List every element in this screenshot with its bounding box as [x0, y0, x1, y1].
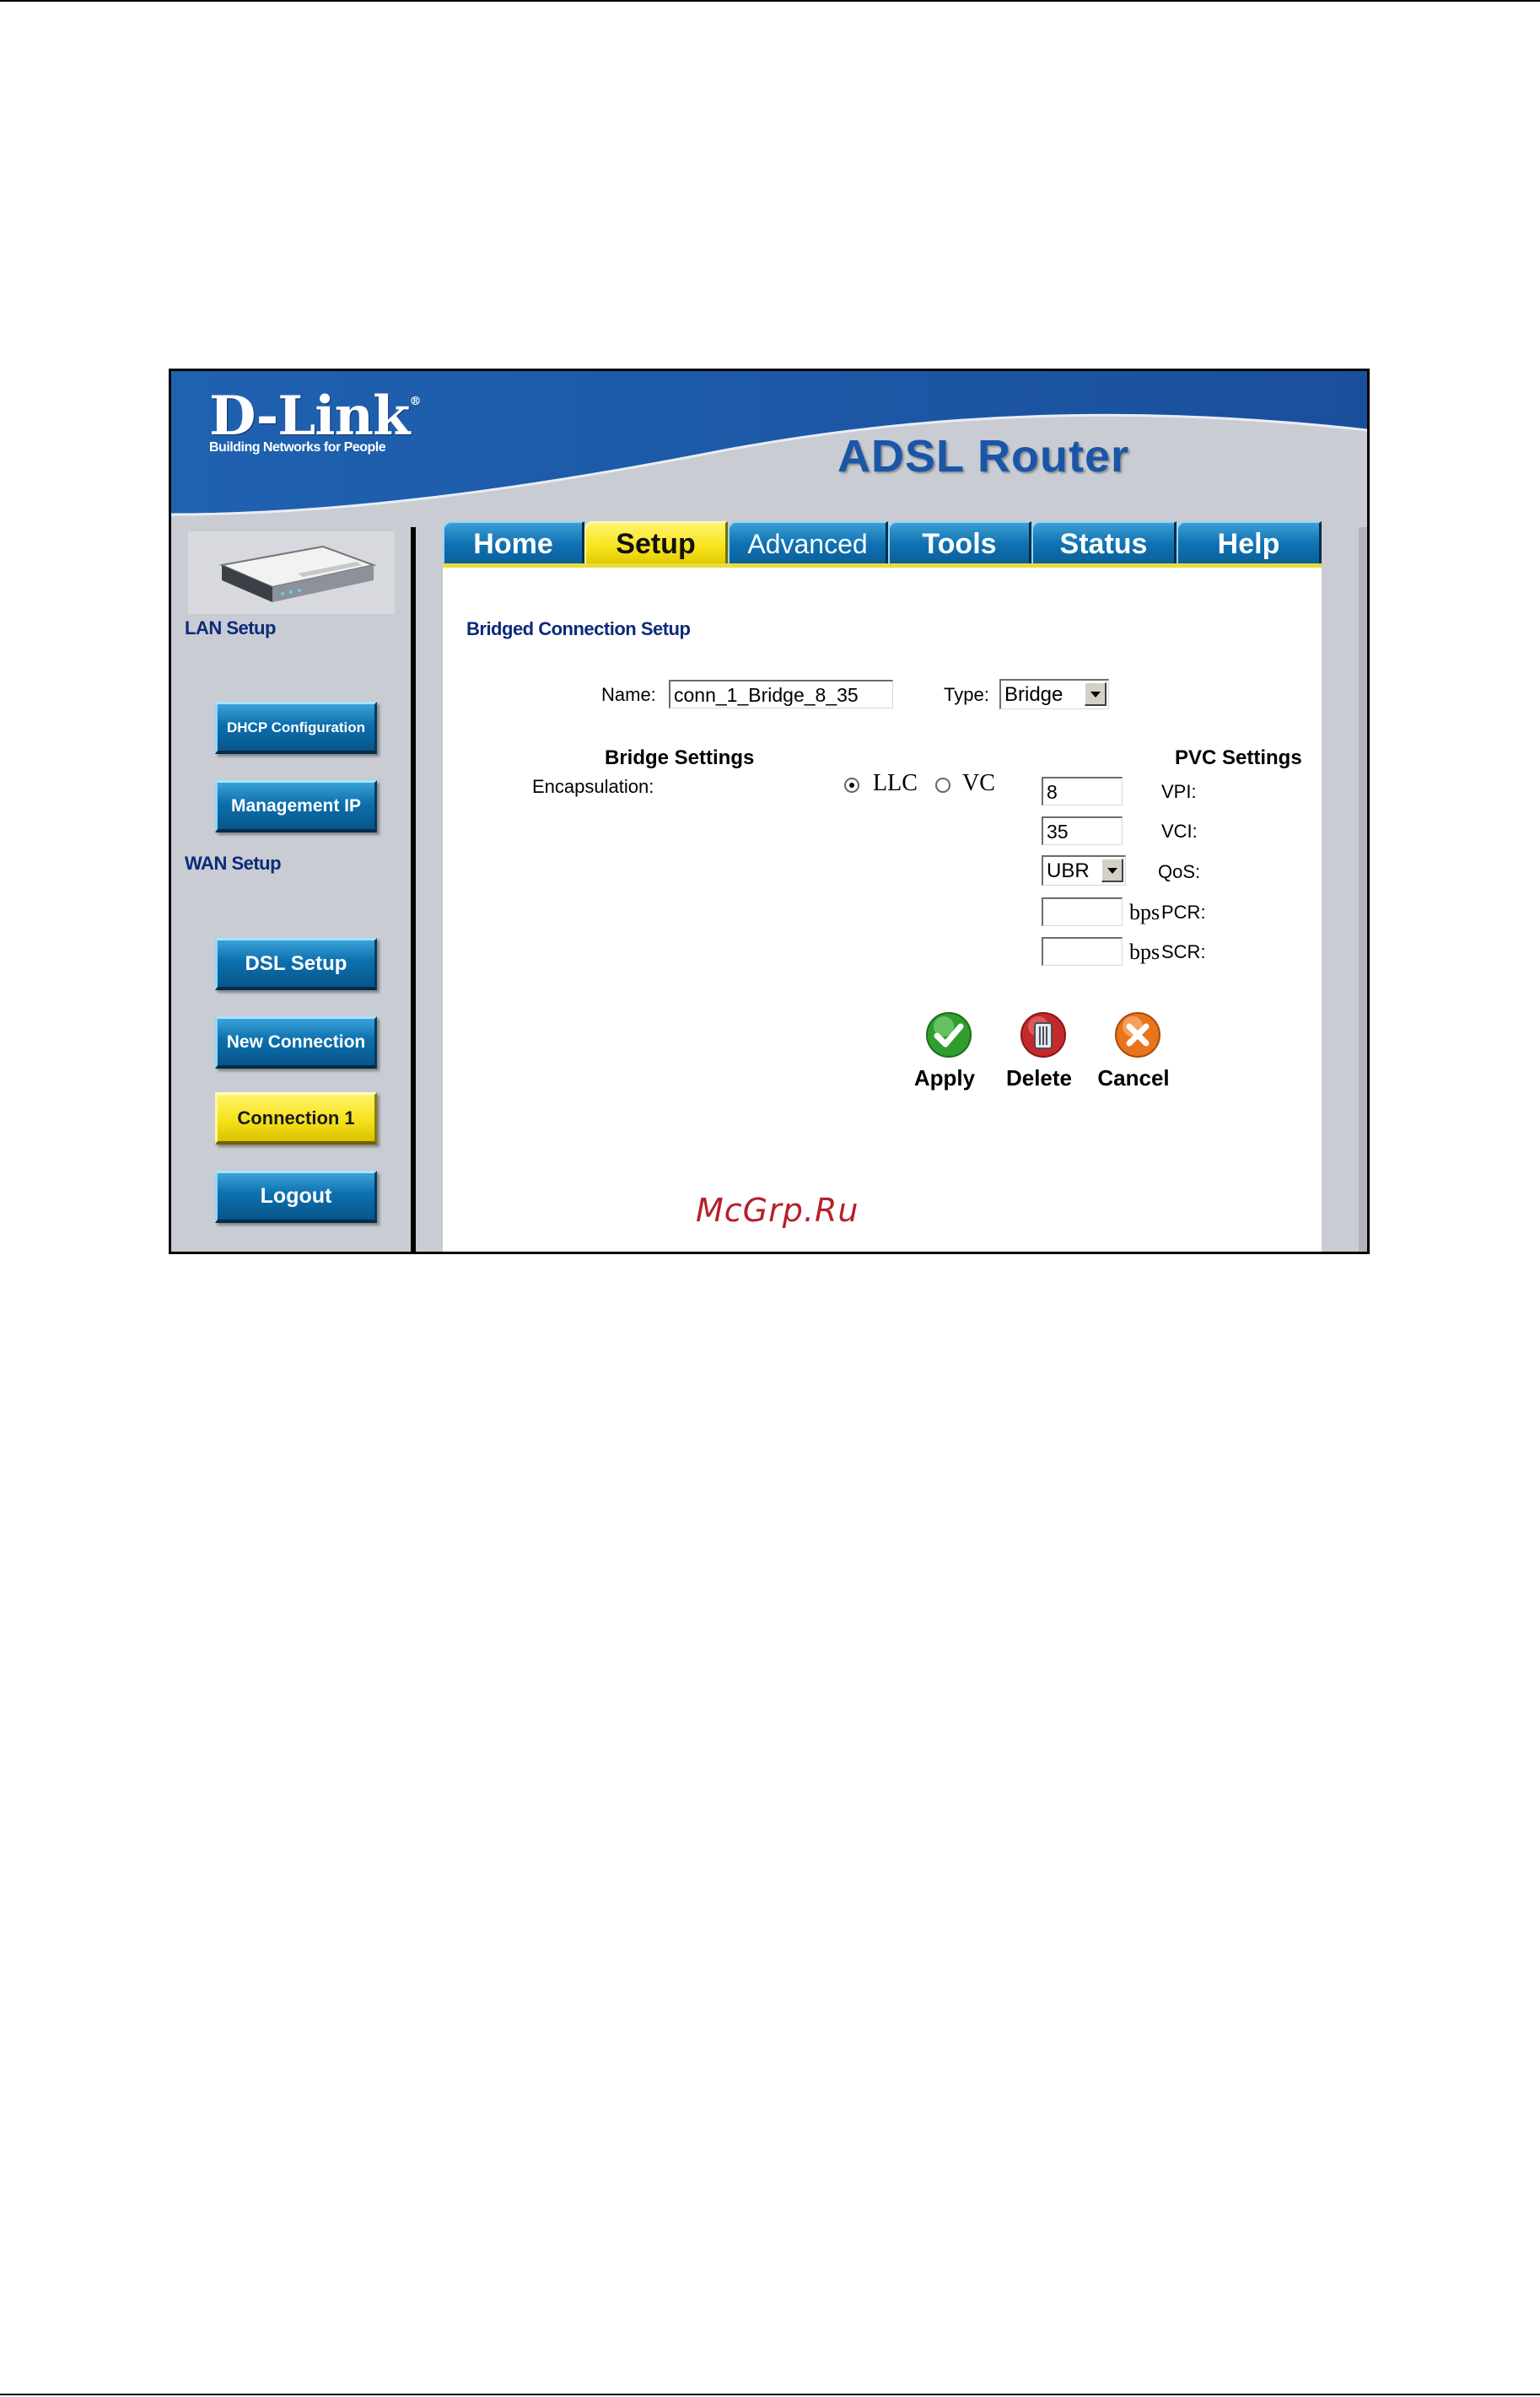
encap-llc-radio[interactable] — [844, 778, 859, 793]
page-title: Bridged Connection Setup — [466, 618, 691, 639]
vpi-input[interactable]: 8 — [1042, 777, 1123, 805]
name-input[interactable]: conn_1_Bridge_8_35 — [669, 680, 893, 708]
scr-unit-label: bps — [1129, 940, 1160, 964]
tab-help[interactable]: Help — [1177, 521, 1322, 565]
checkmark-icon — [926, 1012, 972, 1058]
qos-select-arrow-icon[interactable] — [1101, 859, 1123, 882]
type-select-value: Bridge — [1004, 683, 1063, 706]
connection-1-button[interactable]: Connection 1 — [215, 1092, 377, 1145]
page-bottom-rule — [0, 2394, 1540, 2395]
sidebar-divider — [411, 527, 416, 1252]
bridge-settings-heading: Bridge Settings — [605, 746, 755, 769]
scr-label: SCR: — [1161, 941, 1206, 962]
product-title: ADSL Router — [837, 431, 1130, 482]
tab-setup[interactable]: Setup — [584, 521, 728, 565]
vpi-label: VPI: — [1161, 781, 1197, 802]
encap-vc-radio[interactable] — [935, 778, 950, 793]
apply-label: Apply — [913, 1065, 976, 1091]
scrollbar-track[interactable] — [1359, 527, 1367, 1252]
watermark-text: McGrp.Ru — [696, 1192, 859, 1229]
sidebar: LAN Setup DHCP Configuration Management … — [171, 527, 411, 1252]
new-connection-button[interactable]: New Connection — [215, 1016, 377, 1069]
encap-vc-label: VC — [962, 770, 995, 796]
name-label: Name: — [601, 684, 656, 705]
router-device-image — [188, 531, 395, 614]
lan-setup-label: LAN Setup — [185, 617, 276, 638]
tab-tools[interactable]: Tools — [888, 521, 1031, 565]
dhcp-configuration-button[interactable]: DHCP Configuration — [215, 702, 377, 754]
qos-label: QoS: — [1158, 861, 1201, 882]
router-screenshot: D-Link® Building Networks for People ADS… — [169, 369, 1370, 1254]
vci-label: VCI: — [1161, 821, 1198, 842]
cancel-x-icon — [1115, 1012, 1160, 1058]
management-ip-button[interactable]: Management IP — [215, 780, 377, 832]
tab-advanced[interactable]: Advanced — [728, 521, 888, 565]
type-select[interactable]: Bridge — [999, 679, 1109, 709]
content-panel: Bridged Connection Setup Name: conn_1_Br… — [443, 568, 1322, 1252]
dsl-setup-button[interactable]: DSL Setup — [215, 938, 377, 990]
page-top-rule — [0, 0, 1540, 2]
logo-wordmark: D-Link — [209, 385, 410, 448]
dlink-logo: D-Link® Building Networks for People — [209, 385, 422, 455]
qos-select-value: UBR — [1047, 859, 1090, 882]
router-device-icon — [218, 545, 377, 602]
type-select-arrow-icon[interactable] — [1085, 682, 1107, 706]
pvc-settings-heading: PVC Settings — [1175, 746, 1302, 769]
pcr-input[interactable] — [1042, 897, 1123, 926]
scr-input[interactable] — [1042, 937, 1123, 966]
apply-button[interactable]: Apply — [907, 1011, 983, 1104]
delete-button[interactable]: Delete — [1001, 1011, 1077, 1104]
vci-input[interactable]: 35 — [1042, 816, 1123, 845]
cancel-label: Cancel — [1097, 1065, 1170, 1091]
qos-select[interactable]: UBR — [1042, 855, 1126, 886]
wan-setup-label: WAN Setup — [185, 853, 282, 874]
encap-llc-label: LLC — [873, 770, 918, 796]
trash-icon — [1020, 1012, 1066, 1058]
header-banner: D-Link® Building Networks for People ADS… — [171, 371, 1367, 527]
type-label: Type: — [944, 684, 989, 705]
logout-button[interactable]: Logout — [215, 1171, 377, 1223]
cancel-button[interactable]: Cancel — [1096, 1011, 1171, 1104]
pcr-label: PCR: — [1161, 902, 1206, 923]
encapsulation-label: Encapsulation: — [532, 776, 654, 797]
delete-label: Delete — [1005, 1065, 1073, 1091]
tab-home[interactable]: Home — [443, 521, 584, 565]
pcr-unit-label: bps — [1129, 900, 1160, 924]
tab-status[interactable]: Status — [1031, 521, 1177, 565]
